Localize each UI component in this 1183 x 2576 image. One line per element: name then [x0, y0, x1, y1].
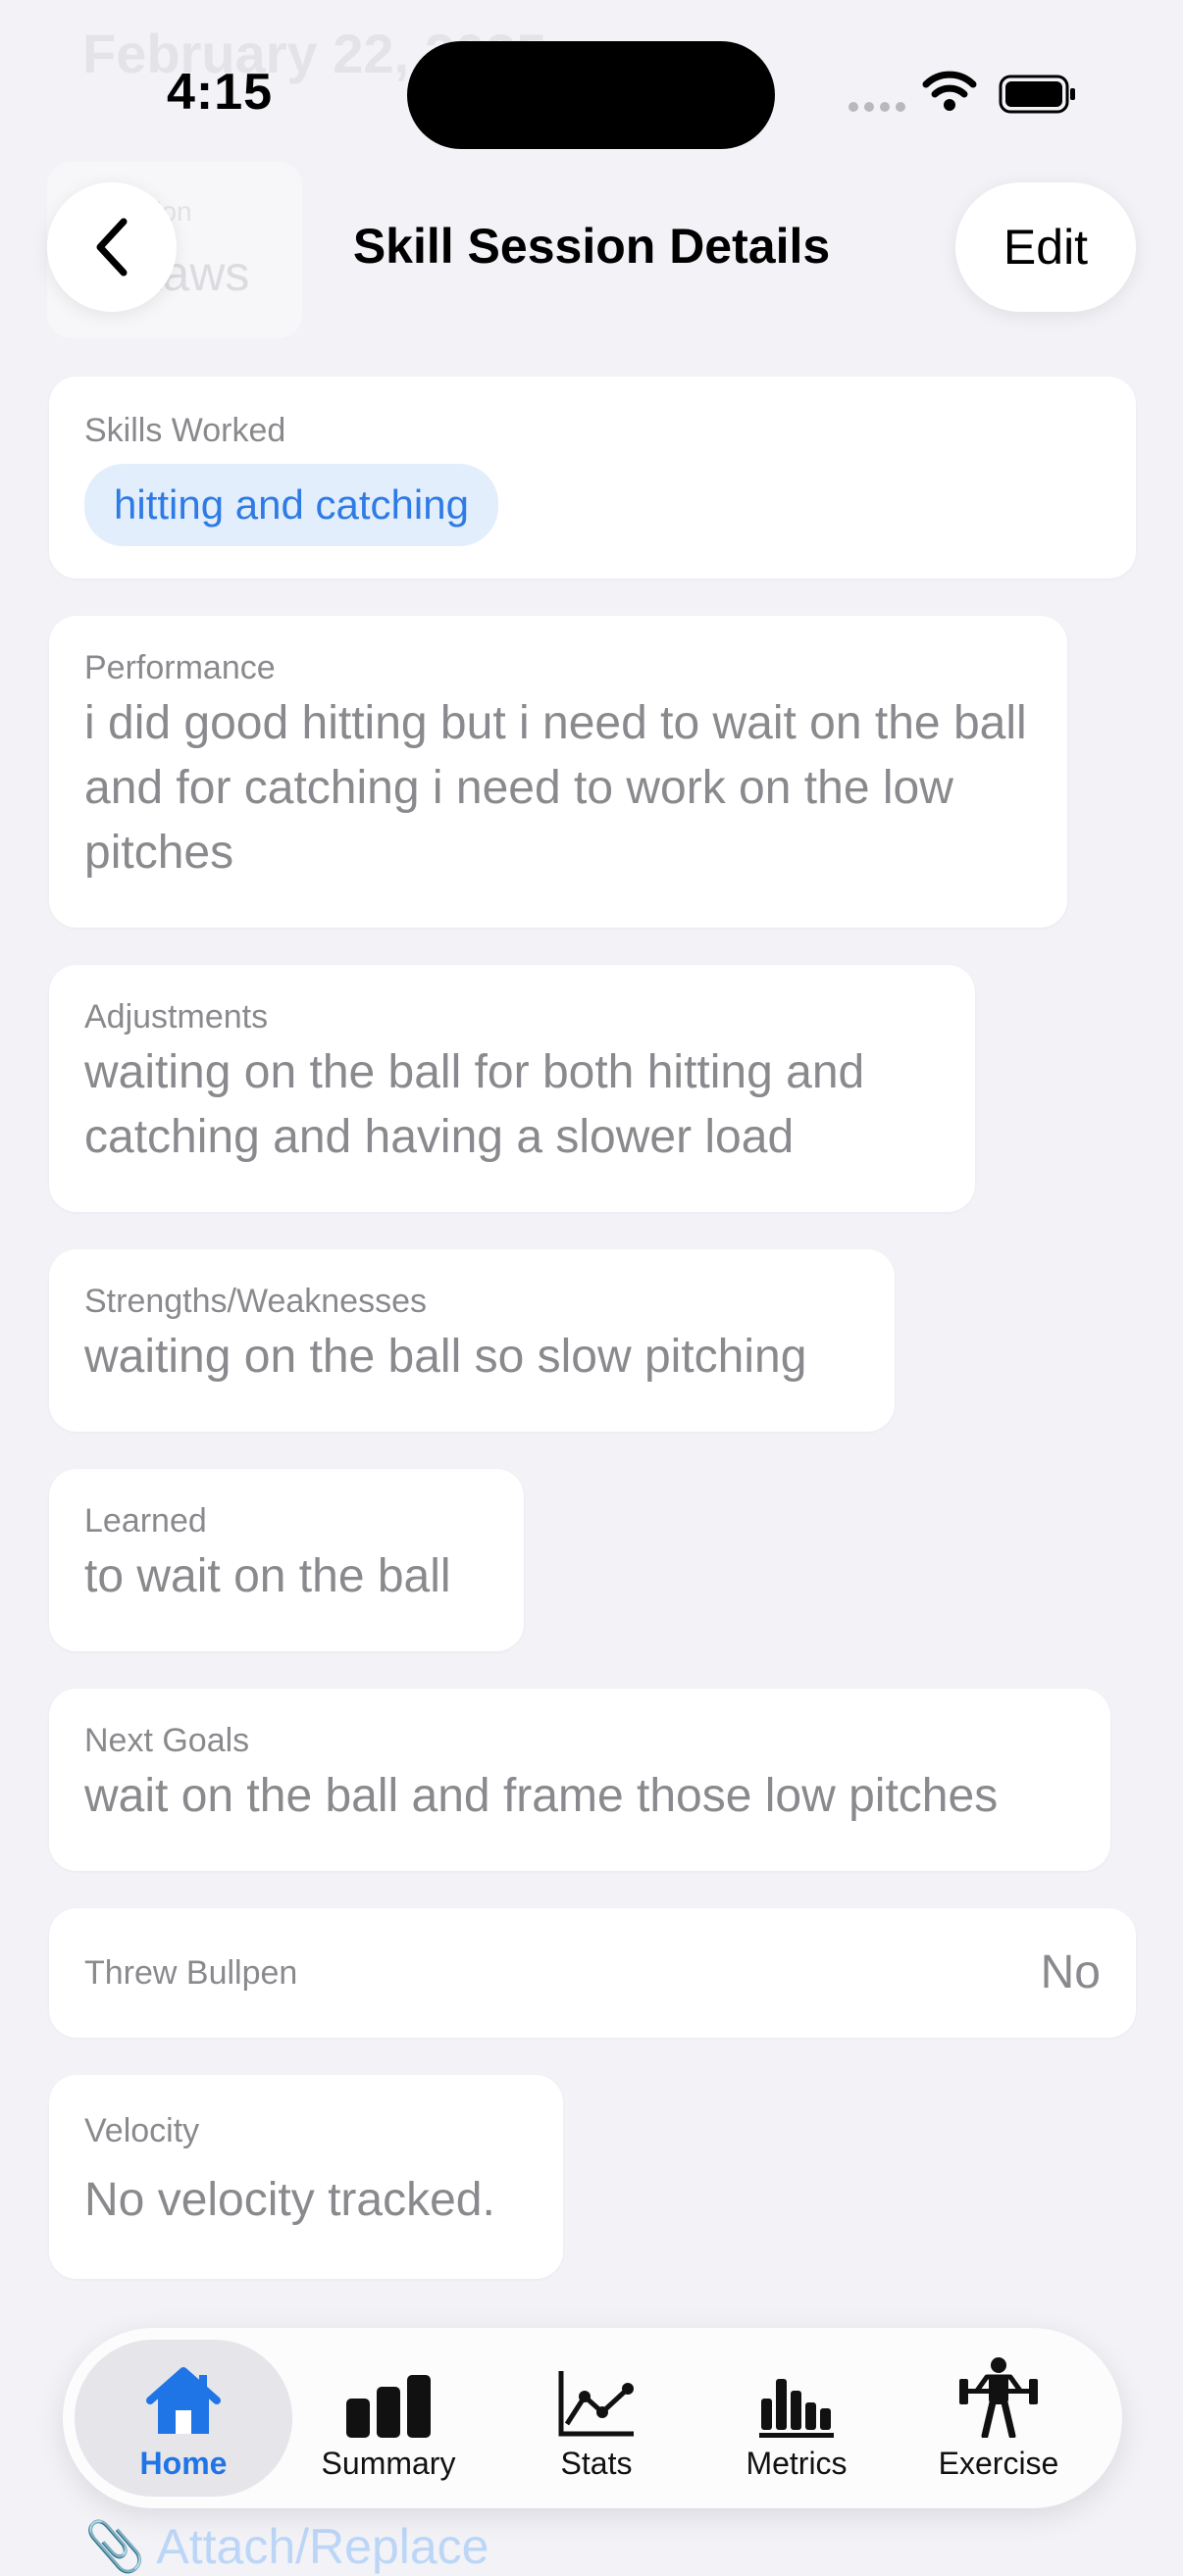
performance-value: i did good hitting but i need to wait on…	[84, 697, 1027, 879]
strengths-value: waiting on the ball so slow pitching	[84, 1331, 807, 1383]
house-icon	[146, 2367, 221, 2434]
performance-card: Performance i did good hitting but i nee…	[49, 616, 1067, 928]
tab-home-label: Home	[139, 2446, 228, 2481]
adjustments-label: Adjustments	[84, 998, 269, 1035]
attach-label: Attach/Replace	[156, 2519, 489, 2574]
velocity-value: No velocity tracked.	[84, 2174, 495, 2226]
tab-stats-label: Stats	[560, 2446, 633, 2481]
tab-stats[interactable]: Stats	[498, 2340, 694, 2497]
learned-value: to wait on the ball	[84, 1550, 451, 1602]
velocity-label: Velocity	[84, 2112, 200, 2149]
performance-label: Performance	[84, 649, 276, 686]
skills-card: Skills Worked hitting and catching	[49, 377, 1136, 579]
skills-label: Skills Worked	[84, 412, 286, 449]
metrics-bars-icon	[759, 2379, 834, 2438]
attach-replace-link[interactable]: 📎 Attach/Replace	[84, 2518, 489, 2576]
page-title: Skill Session Details	[352, 219, 831, 274]
adjustments-value: waiting on the ball for both hitting and…	[84, 1046, 865, 1163]
tab-summary[interactable]: Summary	[290, 2340, 487, 2497]
tab-bar: Home Summary Stats Metrics Exercise	[63, 2328, 1122, 2508]
skill-chip[interactable]: hitting and catching	[84, 464, 498, 546]
tab-exercise[interactable]: Exercise	[900, 2340, 1097, 2497]
dynamic-island	[407, 41, 775, 149]
tab-metrics-label: Metrics	[746, 2446, 848, 2481]
adjustments-card: Adjustments waiting on the ball for both…	[49, 965, 975, 1212]
tab-metrics[interactable]: Metrics	[698, 2340, 895, 2497]
signal-dots-icon	[849, 102, 905, 112]
strengths-card: Strengths/Weaknesses waiting on the ball…	[49, 1249, 895, 1432]
edit-button[interactable]: Edit	[955, 182, 1136, 312]
next-goals-card: Next Goals wait on the ball and frame th…	[49, 1689, 1110, 1871]
tab-exercise-label: Exercise	[938, 2446, 1059, 2481]
tab-summary-label: Summary	[321, 2446, 456, 2481]
bullpen-label: Threw Bullpen	[84, 1953, 298, 1992]
paperclip-icon: 📎	[84, 2519, 146, 2574]
status-bar: 4:15	[0, 0, 1183, 177]
strengths-label: Strengths/Weaknesses	[84, 1283, 427, 1320]
next-goals-label: Next Goals	[84, 1722, 250, 1759]
learned-card: Learned to wait on the ball	[49, 1469, 524, 1651]
chevron-left-icon	[96, 218, 128, 277]
status-time: 4:15	[167, 64, 274, 121]
weightlifter-icon	[959, 2357, 1038, 2438]
back-button[interactable]	[47, 182, 177, 312]
bar-chart-icon	[346, 2375, 431, 2438]
velocity-card: Velocity No velocity tracked.	[49, 2075, 563, 2279]
line-chart-icon	[558, 2371, 634, 2437]
learned-label: Learned	[84, 1502, 207, 1540]
next-goals-value: wait on the ball and frame those low pit…	[84, 1770, 999, 1822]
bullpen-value: No	[1040, 1946, 1101, 1998]
battery-icon	[999, 75, 1075, 114]
bullpen-card: Threw Bullpen No	[49, 1908, 1136, 2038]
wifi-icon	[922, 71, 977, 111]
tab-home[interactable]: Home	[75, 2340, 292, 2497]
